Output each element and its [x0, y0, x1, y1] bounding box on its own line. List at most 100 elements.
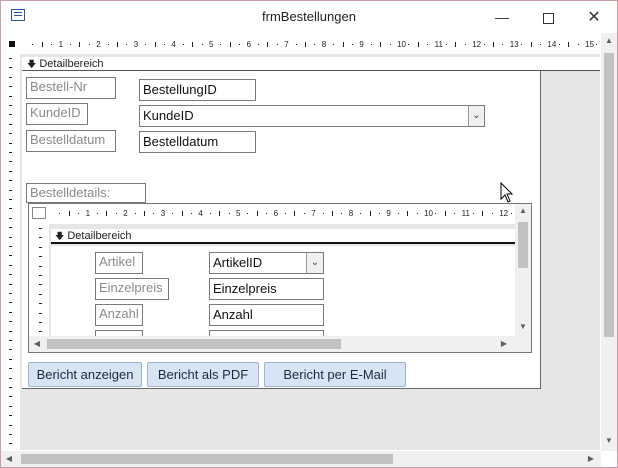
- ruler-tick: [294, 211, 296, 216]
- ruler-tick: [41, 42, 43, 47]
- ruler-tick: [521, 44, 523, 45]
- subform-ruler: 1 2 3 4 5 6 7 8 9 10 11 12: [29, 205, 531, 222]
- scroll-left-icon[interactable]: ◀: [32, 339, 42, 348]
- close-button[interactable]: ✕: [571, 2, 617, 33]
- ruler-tick: [9, 424, 12, 426]
- ruler-tick: [408, 44, 410, 45]
- vertical-scrollbar[interactable]: ▲ ▼: [601, 33, 617, 451]
- report-email-button[interactable]: Bericht per E-Mail: [264, 362, 406, 387]
- bestelldatum-textbox[interactable]: Bestelldatum: [139, 131, 256, 153]
- ruler-tick: [266, 213, 268, 214]
- ruler-tick: [32, 44, 34, 45]
- ruler-tick: [154, 42, 156, 47]
- ruler-tick: [9, 86, 12, 88]
- ruler-tick: [9, 208, 12, 210]
- ruler-tick: [219, 211, 221, 216]
- kunde-combobox[interactable]: KundeID ⌄: [139, 105, 485, 127]
- ruler-tick: [9, 236, 12, 238]
- ruler-tick: [407, 211, 409, 216]
- horizontal-scrollbar[interactable]: ◀ ▶: [1, 451, 601, 467]
- maximize-button[interactable]: [525, 2, 571, 33]
- ruler-number: 1: [85, 209, 91, 218]
- anzahl-label[interactable]: Anzahl: [95, 304, 143, 326]
- ruler-tick: [444, 211, 446, 216]
- anzahl-textbox[interactable]: Anzahl: [209, 304, 324, 326]
- ruler-tick: [305, 42, 306, 47]
- close-icon: ✕: [587, 9, 601, 26]
- ruler-tick: [191, 213, 192, 214]
- ruler-number: 11: [434, 40, 443, 49]
- scroll-down-icon[interactable]: ▼: [601, 436, 617, 445]
- ruler-tick: [9, 434, 12, 435]
- scroll-up-icon[interactable]: ▲: [601, 36, 617, 45]
- ruler-tick: [473, 213, 474, 214]
- ruler-tick: [380, 42, 382, 47]
- report-pdf-button[interactable]: Bericht als PDF: [147, 362, 259, 387]
- artikel-value: ArtikelID: [213, 255, 263, 270]
- ruler-tick: [9, 368, 12, 370]
- ruler-tick: [39, 275, 42, 276]
- ruler-tick: [78, 213, 80, 214]
- bestelldetails-label[interactable]: Bestelldetails:: [26, 183, 146, 203]
- ruler-tick: [9, 358, 12, 360]
- ruler-number: 4: [198, 209, 203, 218]
- chevron-down-icon[interactable]: ⌄: [306, 253, 323, 273]
- bestell-nr-textbox[interactable]: BestellungID: [139, 79, 256, 101]
- subform-vertical-ruler: [31, 224, 49, 342]
- scroll-right-icon[interactable]: ▶: [499, 339, 509, 348]
- scroll-left-icon[interactable]: ◀: [4, 454, 14, 463]
- ruler-tick: [417, 42, 419, 47]
- subform-vertical-scrollbar[interactable]: ▲ ▼: [515, 204, 531, 336]
- ruler-tick: [332, 211, 333, 216]
- ruler-tick: [416, 213, 418, 214]
- ruler-number: 12: [472, 40, 482, 49]
- ruler-tick: [9, 58, 12, 59]
- scroll-up-icon[interactable]: ▲: [515, 206, 531, 215]
- subform-horizontal-scrollbar[interactable]: ◀ ▶: [29, 336, 515, 352]
- select-all-marker[interactable]: [9, 41, 15, 47]
- ruler-tick: [9, 293, 12, 294]
- ruler-tick: [39, 322, 42, 323]
- subform-section-header[interactable]: 🡇 Detailbereich: [51, 229, 515, 244]
- ruler-tick: [322, 213, 324, 214]
- subform-scroll-thumb-h[interactable]: [47, 339, 341, 349]
- scroll-right-icon[interactable]: ▶: [586, 454, 596, 463]
- chevron-down-icon[interactable]: ⌄: [468, 106, 484, 126]
- ruler-tick: [342, 42, 344, 47]
- scroll-thumb-h[interactable]: [21, 454, 393, 464]
- horizontal-ruler: 1 2 3 4 5 6 7 8 9 10 11 12 13 14 15: [1, 36, 617, 53]
- ruler-number: 7: [311, 209, 316, 218]
- subform-select-box[interactable]: [32, 207, 46, 219]
- artikel-label[interactable]: Artikel: [95, 252, 143, 274]
- ruler-tick: [9, 67, 12, 69]
- ruler-tick: [88, 44, 90, 45]
- ruler-tick: [106, 211, 108, 216]
- minimize-button[interactable]: —: [479, 2, 525, 33]
- ruler-tick: [530, 42, 532, 47]
- detail-section-header[interactable]: 🡇 Detailbereich: [22, 57, 600, 71]
- ruler-tick: [454, 213, 456, 214]
- ruler-tick: [9, 133, 12, 135]
- show-report-button[interactable]: Bericht anzeigen: [28, 362, 142, 387]
- scroll-down-icon[interactable]: ▼: [515, 322, 531, 331]
- subform-scroll-thumb[interactable]: [518, 222, 528, 268]
- ruler-tick: [39, 312, 42, 314]
- ruler-tick: [239, 44, 241, 45]
- bestell-nr-label[interactable]: Bestell-Nr: [26, 77, 116, 99]
- scroll-thumb[interactable]: [604, 53, 614, 337]
- ruler-tick: [39, 293, 42, 295]
- einzelpreis-label[interactable]: Einzelpreis: [95, 278, 169, 300]
- ruler-tick: [360, 213, 362, 214]
- ruler-tick: [39, 331, 42, 333]
- subform-control[interactable]: 1 2 3 4 5 6 7 8 9 10 11 12 🡇 Detailbereich Artikel …: [28, 203, 532, 353]
- ruler-tick: [9, 302, 12, 304]
- ruler-tick: [39, 228, 42, 229]
- ruler-tick: [107, 44, 109, 45]
- bestelldatum-label[interactable]: Bestelldatum: [26, 130, 116, 152]
- ruler-tick: [51, 44, 53, 45]
- ruler-tick: [9, 217, 12, 219]
- artikel-combobox[interactable]: ArtikelID ⌄: [209, 252, 324, 274]
- ruler-tick: [9, 76, 12, 78]
- einzelpreis-textbox[interactable]: Einzelpreis: [209, 278, 324, 300]
- kunde-label[interactable]: KundeID: [26, 103, 88, 125]
